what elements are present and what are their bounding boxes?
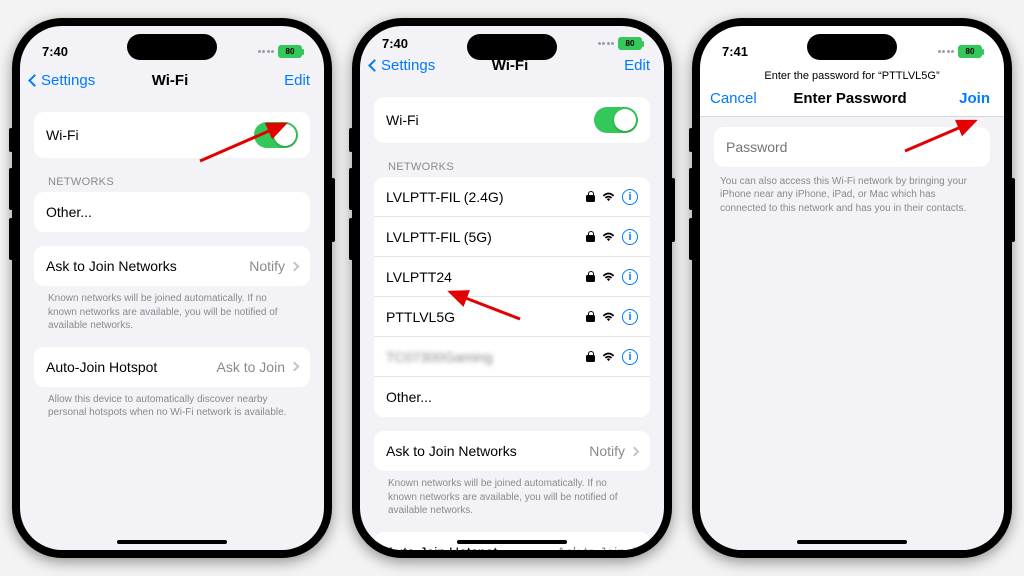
other-label: Other... [386,389,432,405]
chevron-right-icon [630,446,640,456]
auto-footer: Allow this device to automatically disco… [34,387,310,420]
navbar: Settings Wi-Fi Edit [20,66,324,98]
auto-label: Auto-Join Hotspot [46,359,157,375]
ask-to-join-row[interactable]: Ask to Join Networks Notify [374,431,650,471]
network-row[interactable]: LVLPTT24 i [374,257,650,297]
battery-icon: 80 [958,45,982,58]
home-indicator [457,540,567,544]
chevron-right-icon [290,261,300,271]
lock-icon [586,311,595,322]
network-name: LVLPTT-FIL (5G) [386,229,492,245]
wifi-icon [602,352,615,362]
network-name: LVLPTT-FIL (2.4G) [386,189,503,205]
auto-value: Ask to Join [217,359,285,375]
edit-button[interactable]: Edit [580,57,650,74]
other-network-row[interactable]: Other... [374,377,650,417]
back-button[interactable]: Settings [30,72,100,89]
cell-dots-icon [258,50,275,53]
back-button[interactable]: Settings [370,57,440,74]
password-input[interactable] [714,127,990,167]
info-icon[interactable]: i [622,349,638,365]
cancel-button[interactable]: Cancel [710,90,780,107]
info-icon[interactable]: i [622,229,638,245]
back-label: Settings [381,57,435,74]
lock-icon [586,191,595,202]
info-icon[interactable]: i [622,309,638,325]
auto-hotspot-row[interactable]: Auto-Join Hotspot Ask to Join [34,347,310,387]
cell-dots-icon [938,50,955,53]
ask-footer: Known networks will be joined automatica… [374,471,650,518]
password-subhead: Enter the password for “PTTLVL5G” [700,66,1004,90]
auto-value: Ask to Join [557,544,625,551]
wifi-icon [602,272,615,282]
ask-value: Notify [249,258,285,274]
cell-dots-icon [598,42,615,45]
wifi-icon [602,312,615,322]
dynamic-island [807,34,897,60]
home-indicator [797,540,907,544]
edit-button[interactable]: Edit [240,72,310,89]
join-button[interactable]: Join [920,90,990,107]
phone-3: 7:41 80 Enter the password for “PTTLVL5G… [692,18,1012,558]
password-help: You can also access this Wi-Fi network b… [700,167,1004,216]
status-time: 7:40 [382,36,408,51]
ask-label: Ask to Join Networks [46,258,177,274]
ask-footer: Known networks will be joined automatica… [34,286,310,333]
info-icon[interactable]: i [622,269,638,285]
battery-icon: 80 [278,45,302,58]
chevron-right-icon [290,362,300,372]
info-icon[interactable]: i [622,189,638,205]
other-label: Other... [46,204,92,220]
wifi-label: Wi-Fi [46,127,79,143]
auto-label: Auto-Join Hotspot [386,544,497,551]
ask-value: Notify [589,443,625,459]
other-network-row[interactable]: Other... [34,192,310,232]
networks-header: NETWORKS [34,172,310,192]
wifi-toggle[interactable] [254,122,298,148]
network-row[interactable]: TC07300Gaming i [374,337,650,377]
chevron-left-icon [368,59,381,72]
network-name: TC07300Gaming [386,349,493,365]
status-time: 7:40 [42,44,68,59]
wifi-toggle[interactable] [594,107,638,133]
page-title: Enter Password [793,90,906,107]
chevron-right-icon [630,547,640,550]
dynamic-island [127,34,217,60]
back-label: Settings [41,72,95,89]
phone-1: 7:40 80 Settings Wi-Fi Edit Wi-Fi NET [12,18,332,558]
wifi-icon [602,232,615,242]
dynamic-island [467,34,557,60]
navbar: Cancel Enter Password Join [700,90,1004,116]
battery-icon: 80 [618,37,642,50]
lock-icon [586,231,595,242]
wifi-icon [602,192,615,202]
wifi-label: Wi-Fi [386,112,419,128]
network-row[interactable]: LVLPTT-FIL (2.4G) i [374,177,650,217]
network-name: PTTLVL5G [386,309,455,325]
wifi-toggle-row: Wi-Fi [34,112,310,158]
network-row[interactable]: PTTLVL5G i [374,297,650,337]
network-row[interactable]: LVLPTT-FIL (5G) i [374,217,650,257]
ask-label: Ask to Join Networks [386,443,517,459]
ask-to-join-row[interactable]: Ask to Join Networks Notify [34,246,310,286]
status-time: 7:41 [722,44,748,59]
lock-icon [586,351,595,362]
network-name: LVLPTT24 [386,269,452,285]
phone-2: 7:40 80 Settings Wi-Fi Edit Wi-Fi NET [352,18,672,558]
lock-icon [586,271,595,282]
wifi-toggle-row: Wi-Fi [374,97,650,143]
home-indicator [117,540,227,544]
chevron-left-icon [28,74,41,87]
page-title: Wi-Fi [152,72,189,89]
networks-header: NETWORKS [374,157,650,177]
